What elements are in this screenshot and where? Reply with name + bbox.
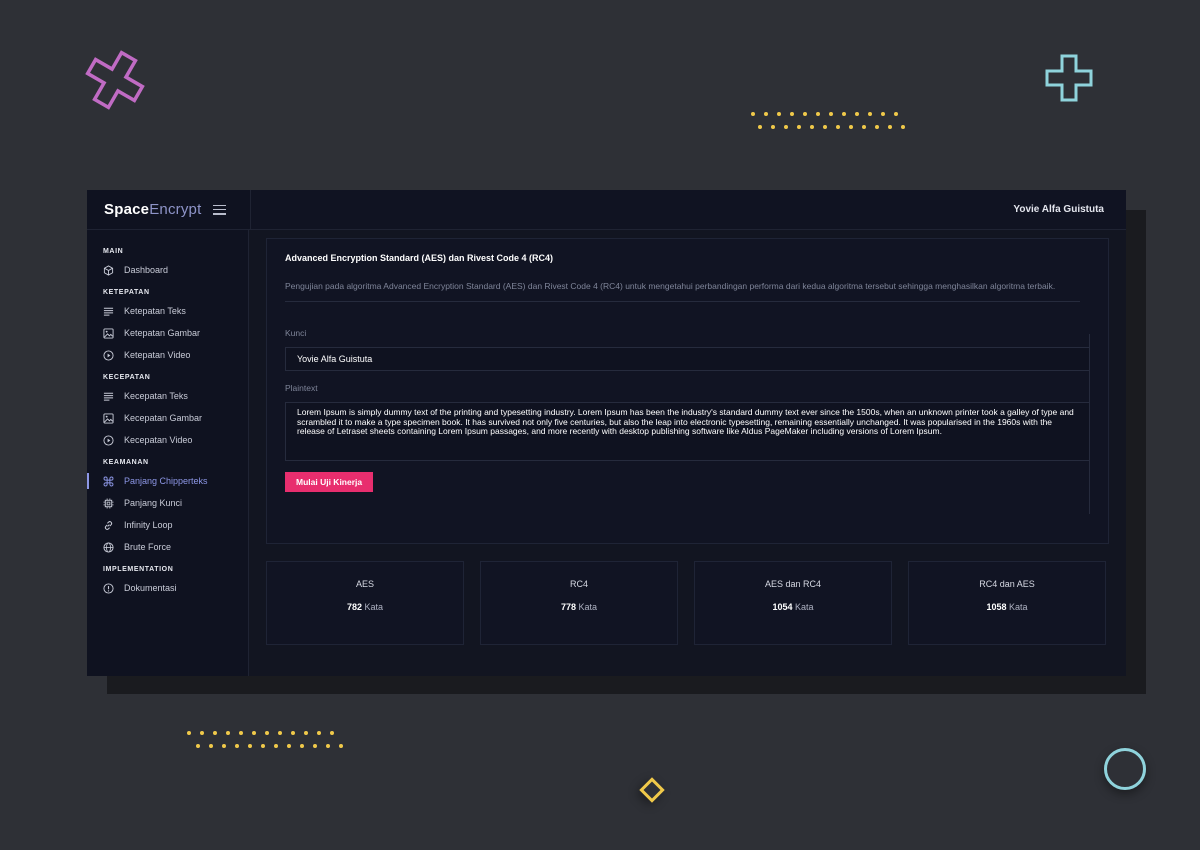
stat-title: AES: [355, 579, 374, 589]
sidebar-item-label: Kecepatan Gambar: [124, 413, 203, 423]
main-content: Advanced Encryption Standard (AES) dan R…: [249, 230, 1126, 676]
sidebar-item-kecepatan-teks[interactable]: Kecepatan Teks: [87, 385, 248, 407]
app-window: SpaceEncrypt Yovie Alfa Guistuta MAIN Das…: [87, 190, 1126, 676]
sidebar-item-label: Panjang Chipperteks: [124, 476, 208, 486]
stat-value: 1054 Kata: [772, 602, 813, 612]
sidebar-item-label: Dashboard: [124, 265, 169, 275]
dots-decoration: [187, 731, 334, 735]
sidebar-item-ketepatan-gambar[interactable]: Ketepatan Gambar: [87, 322, 248, 344]
cube-icon: [103, 264, 114, 276]
stat-unit: Kata: [364, 602, 384, 612]
stat-card: AES dan RC4 1054 Kata: [694, 561, 892, 645]
plaintext-input[interactable]: Lorem Ipsum is simply dummy text of the …: [285, 402, 1090, 461]
sidebar-item-dashboard[interactable]: Dashboard: [87, 259, 248, 281]
sidebar-item-kecepatan-gambar[interactable]: Kecepatan Gambar: [87, 407, 248, 429]
info-circle-icon: [103, 582, 114, 594]
stat-card: RC4 778 Kata: [480, 561, 678, 645]
stat-title: RC4 dan AES: [979, 579, 1035, 589]
cpu-icon: [103, 497, 114, 509]
sidebar-item-infinity-loop[interactable]: Infinity Loop: [87, 514, 248, 536]
sidebar-item-label: Ketepatan Gambar: [124, 328, 201, 338]
command-icon: [103, 476, 114, 487]
stat-value: 782 Kata: [347, 602, 383, 612]
stat-unit: Kata: [795, 602, 814, 612]
diamond-decoration: [639, 777, 665, 803]
brand-logo[interactable]: SpaceEncrypt: [104, 201, 201, 218]
sidebar-item-label: Kecepatan Video: [124, 435, 193, 445]
stat-number: 1054: [772, 602, 793, 612]
brand-light: Encrypt: [149, 201, 202, 218]
sidebar-item-label: Panjang Kunci: [124, 498, 183, 508]
sidebar-item-dokumentasi[interactable]: Dokumentasi: [87, 577, 248, 599]
sidebar-item-label: Infinity Loop: [124, 520, 173, 530]
plus-decoration-cyan: [1045, 54, 1093, 102]
key-input[interactable]: Yovie Alfa Guistuta: [285, 347, 1090, 371]
stat-number: 1058: [986, 602, 1007, 612]
sidebar: MAIN Dashboard KETEPATAN Ketepatan Teks Kete…: [87, 230, 249, 676]
menu-toggle-icon[interactable]: [213, 204, 227, 215]
stat-unit: Kata: [1009, 602, 1028, 612]
body-area: MAIN Dashboard KETEPATAN Ketepatan Teks Kete…: [87, 230, 1126, 676]
globe-icon: [103, 541, 114, 553]
key-label: Kunci: [285, 328, 307, 338]
dots-decoration: [751, 112, 898, 116]
stat-title: RC4: [569, 579, 588, 589]
dots-decoration: [196, 744, 343, 748]
stat-title: AES dan RC4: [764, 579, 822, 589]
stats-row: AES 782 Kata RC4 778 Kata AES dan RC4 1054 Ka…: [266, 561, 1109, 645]
stat-value: 778 Kata: [561, 602, 597, 612]
user-name[interactable]: Yovie Alfa Guistuta: [1013, 204, 1104, 215]
image-icon: [103, 412, 114, 424]
card-description: Pengujian pada algoritma Advanced Encryp…: [285, 279, 1080, 302]
link-icon: [103, 520, 114, 531]
header-right: Yovie Alfa Guistuta: [251, 190, 1126, 229]
sidebar-item-label: Ketepatan Video: [124, 350, 191, 360]
sidebar-item-label: Dokumentasi: [124, 583, 177, 593]
sidebar-section-title: KETEPATAN: [103, 289, 150, 296]
top-bar: SpaceEncrypt Yovie Alfa Guistuta: [87, 190, 1126, 230]
stat-value: 1058 Kata: [986, 602, 1027, 612]
stat-card: RC4 dan AES 1058 Kata: [908, 561, 1106, 645]
start-test-button[interactable]: Mulai Uji Kinerja: [285, 472, 374, 492]
card-title: Advanced Encryption Standard (AES) dan R…: [285, 253, 554, 263]
text-lines-icon: [103, 306, 114, 317]
test-card: Advanced Encryption Standard (AES) dan R…: [266, 238, 1109, 544]
circle-decoration: [1104, 748, 1146, 790]
sidebar-item-ketepatan-video[interactable]: Ketepatan Video: [87, 344, 248, 366]
brand-area: SpaceEncrypt: [87, 190, 251, 229]
sidebar-section-title: IMPLEMENTATION: [103, 566, 174, 573]
stat-number: 778: [560, 602, 576, 612]
sidebar-item-panjang-chipperteks[interactable]: Panjang Chipperteks: [87, 470, 248, 492]
sidebar-item-kecepatan-video[interactable]: Kecepatan Video: [87, 429, 248, 451]
sidebar-section-title: KECEPATAN: [103, 374, 151, 381]
play-circle-icon: [103, 434, 114, 446]
stat-card: AES 782 Kata: [266, 561, 464, 645]
dots-decoration: [758, 125, 905, 129]
sidebar-section-title: KEAMANAN: [103, 459, 149, 466]
sidebar-item-label: Brute Force: [124, 542, 172, 552]
plaintext-label: Plaintext: [285, 383, 318, 393]
play-circle-icon: [103, 349, 114, 361]
stat-number: 782: [346, 602, 362, 612]
text-lines-icon: [103, 391, 114, 402]
sidebar-item-ketepatan-teks[interactable]: Ketepatan Teks: [87, 300, 248, 322]
image-icon: [103, 327, 114, 339]
stat-unit: Kata: [578, 602, 598, 612]
sidebar-item-label: Ketepatan Teks: [124, 306, 186, 316]
plus-decoration-pink: [85, 50, 145, 110]
sidebar-item-panjang-kunci[interactable]: Panjang Kunci: [87, 492, 248, 514]
sidebar-section-title: MAIN: [103, 248, 124, 255]
brand-bold: Space: [104, 201, 150, 218]
sidebar-item-label: Kecepatan Teks: [124, 391, 188, 401]
sidebar-item-brute-force[interactable]: Brute Force: [87, 536, 248, 558]
test-form: Kunci Yovie Alfa Guistuta Plaintext Lore…: [285, 302, 1090, 514]
